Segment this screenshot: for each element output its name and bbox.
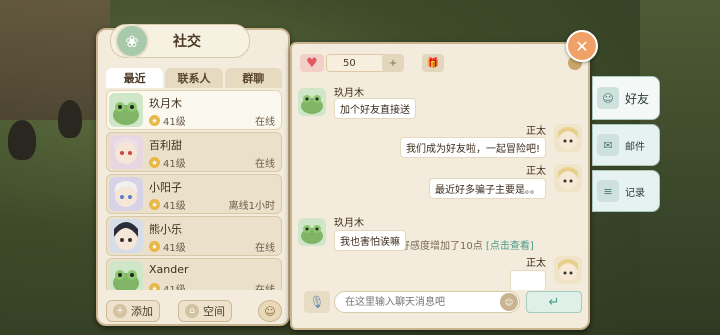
social-panel: ❀ 社交 最近 联系人 群聊 玖月木 ★ 41级 在线 百利甜 ★ 41级 在线 小… [96,24,290,326]
background-character [8,120,36,160]
social-tabs: 最近 联系人 群聊 [106,68,282,88]
level-icon: ★ [149,241,160,252]
contact-row[interactable]: 小阳子 ★ 41级 离线1小时 [106,174,282,214]
close-button[interactable]: ✕ [566,30,598,62]
sender-name: 正太 [526,126,546,137]
space-button[interactable]: ⌂ 空间 [178,300,232,322]
records-icon: ≡ [597,180,619,202]
background-character [58,100,82,138]
level-icon: ★ [149,157,160,168]
level-icon: ★ [149,115,160,126]
contact-status: 在线 [255,243,275,254]
chat-input[interactable] [334,291,520,313]
message-bubble: 我们成为好友啦，一起冒险吧! [399,137,546,158]
mail-icon: ✉ [597,134,619,156]
contact-level: ★41级 [149,281,186,290]
contact-row[interactable]: 熊小乐 ★ 41级 在线 [106,216,282,256]
avatar [554,164,582,192]
heart-icon: ♥ [300,54,324,72]
sender-name: 玖月木 [334,88,364,99]
background-house [0,0,110,120]
tab-group-chat[interactable]: 群聊 [224,68,282,88]
chat-input-bar: 🎙 ☺ ↵ [298,290,584,318]
sender-name: 正太 [526,166,546,177]
contact-row[interactable]: 玖月木 ★ 41级 在线 [106,90,282,130]
level-icon: ★ [149,283,160,290]
contact-status: 在线 [255,117,275,128]
friends-icon: ☺ [597,87,619,109]
contact-name: 小阳子 [149,181,182,194]
sender-name: 玖月木 [334,218,364,229]
hint-icon[interactable]: ☺ [258,300,282,322]
contact-status: 离线1小时 [228,201,275,212]
avatar [109,135,143,169]
add-favorability-button[interactable]: + [382,54,404,72]
gift-button[interactable]: 🎁 [422,54,444,72]
microphone-icon[interactable]: 🎙 [304,291,330,313]
contact-level: ★41级 [149,113,186,128]
send-button[interactable]: ↵ [526,291,582,313]
contact-row[interactable]: Xander ★41级 在线 [106,258,282,290]
chat-panel: ♥ 50 + 🎁 玖月木 加个好友直接送 正太 我们成为好友啦，一起冒险吧! 正… [290,42,590,330]
avatar [298,218,326,246]
contact-level: ★41级 [149,239,186,254]
message-bubble: 最近好多骗子主要是。。 [429,178,546,199]
avatar [554,256,582,284]
message-bubble: 加个好友直接送 [334,98,416,119]
close-icon: ✕ [575,36,589,56]
avatar [109,93,143,127]
avatar [109,219,143,253]
avatar [109,177,143,211]
add-friend-icon: + [113,304,127,318]
social-emblem-icon: ❀ [115,24,149,58]
background-trees [640,0,720,335]
chat-messages: 玖月木 加个好友直接送 正太 我们成为好友啦，一起冒险吧! 正太 最近好多骗子主… [292,80,588,290]
sender-name: 正太 [526,258,546,269]
home-icon: ⌂ [185,304,199,318]
contact-level: ★41级 [149,155,186,170]
tab-recent[interactable]: 最近 [106,68,164,88]
side-tab-mail[interactable]: ✉ 邮件 [592,124,660,166]
avatar [109,261,143,290]
social-header: ❀ 社交 [110,24,250,58]
contact-list: 玖月木 ★ 41级 在线 百利甜 ★ 41级 在线 小阳子 ★ 41级 离线1小时 熊… [106,90,282,290]
contact-name: 熊小乐 [149,223,182,236]
side-tab-friends[interactable]: ☺ 好友 [592,76,660,120]
social-title: 社交 [173,34,201,50]
emoji-icon[interactable]: ☺ [500,293,518,311]
add-friend-button[interactable]: + 添加 [106,300,160,322]
avatar [554,124,582,152]
tab-contacts[interactable]: 联系人 [165,68,223,88]
side-tab-records[interactable]: ≡ 记录 [592,170,660,212]
contact-level: ★41级 [149,197,186,212]
contact-name: 玖月木 [149,97,182,110]
level-icon: ★ [149,199,160,210]
avatar [298,88,326,116]
contact-status: 在线 [255,159,275,170]
contact-name: Xander [149,263,189,276]
view-details-link[interactable]: [点击查看] [486,241,534,252]
contact-row[interactable]: 百利甜 ★ 41级 在线 [106,132,282,172]
contact-name: 百利甜 [149,139,182,152]
message-bubble: 我也害怕诶嘛 [334,230,406,251]
contact-status: 在线 [255,281,275,290]
sticker-message [510,270,546,290]
chat-topbar: ♥ 50 + 🎁 [300,54,582,74]
